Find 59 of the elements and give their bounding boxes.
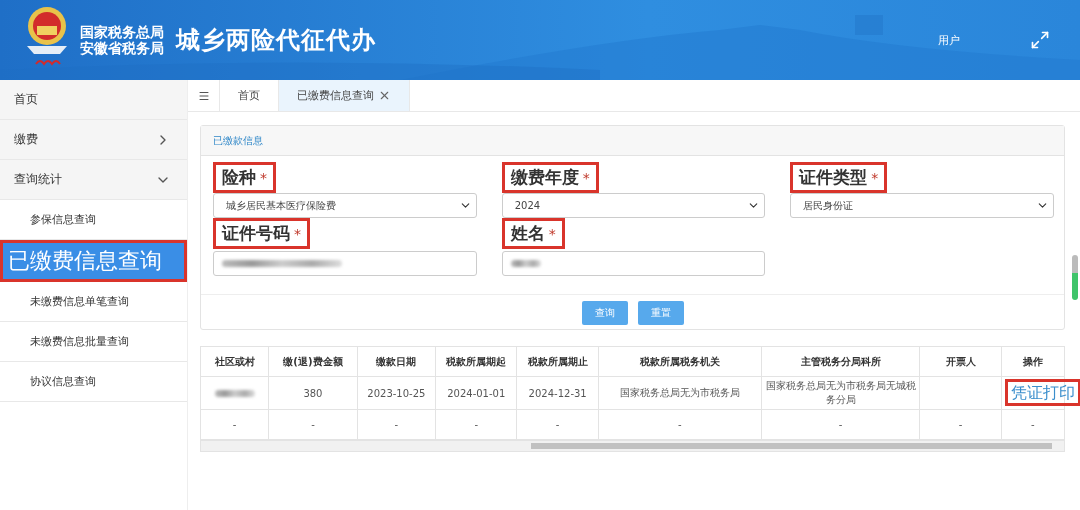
table-cell: 国家税务总局无为市税务局无城税务分局 — [761, 376, 920, 410]
required-mark: * — [294, 225, 301, 242]
field-label: 证件类型 — [799, 166, 868, 189]
table-cell: - — [268, 409, 358, 440]
sidebar-item[interactable]: 查询统计 — [0, 160, 187, 200]
field-label: 险种 — [222, 166, 256, 189]
field-label: 证件号码 — [222, 222, 290, 245]
input-field[interactable] — [501, 251, 766, 276]
table-cell: - — [761, 409, 920, 440]
table-cell: - — [598, 409, 762, 440]
input-field[interactable] — [213, 251, 477, 276]
table-cell: 2023-10-25 — [357, 376, 436, 410]
table-cell: - — [516, 409, 599, 440]
table-cell: - — [357, 409, 436, 440]
table-cell: - — [1001, 409, 1065, 440]
vertical-scrollbar[interactable] — [1072, 255, 1078, 300]
user-label[interactable]: 用户 — [938, 32, 960, 48]
horizontal-scrollbar[interactable] — [200, 440, 1065, 452]
table-cell: 2024-12-31 — [516, 376, 599, 410]
panel-title: 已缴款信息 — [213, 133, 263, 148]
select-value: 居民身份证 — [803, 198, 854, 213]
org-name: 国家税务总局 — [80, 24, 164, 40]
fullscreen-icon[interactable] — [1030, 30, 1050, 50]
sidebar-item[interactable]: 缴费 — [0, 120, 187, 160]
column-header: 税款所属税务机关 — [598, 346, 762, 377]
redacted-smudge — [510, 260, 541, 267]
redacted-smudge — [214, 389, 255, 397]
select-field[interactable]: 城乡居民基本医疗保险费 — [213, 193, 477, 218]
column-header: 税款所属期起 — [435, 346, 517, 377]
required-mark: * — [871, 169, 879, 186]
column-header: 社区或村 — [200, 346, 269, 377]
table-cell: - — [200, 409, 269, 440]
select-field[interactable]: 2024 — [501, 193, 766, 218]
table-cell: 2024-01-01 — [435, 376, 517, 410]
column-header: 缴(退)费金额 — [268, 346, 358, 377]
select-field[interactable]: 居民身份证 — [790, 193, 1054, 218]
tab[interactable]: 已缴费信息查询 — [279, 80, 410, 111]
select-value: 城乡居民基本医疗保险费 — [226, 198, 336, 213]
table-cell: - — [435, 409, 517, 440]
close-icon[interactable] — [378, 89, 391, 102]
sidebar-item[interactable]: 首页 — [0, 80, 187, 120]
column-header: 开票人 — [919, 346, 1002, 377]
column-header: 税款所属期止 — [516, 346, 599, 377]
column-header: 缴款日期 — [357, 346, 436, 377]
field-label: 缴费年度 — [510, 166, 579, 189]
menu-icon — [197, 89, 210, 102]
required-mark: * — [548, 225, 556, 242]
required-mark: * — [582, 169, 590, 186]
table-cell: 380 — [268, 376, 358, 410]
select-value: 2024 — [514, 200, 541, 211]
org-name: 安徽省税务局 — [80, 40, 164, 56]
field-label: 姓名 — [510, 222, 545, 245]
app-title: 城乡两险代征代办 — [176, 25, 376, 56]
column-header: 操作 — [1001, 346, 1065, 377]
column-header: 主管税务分局科所 — [761, 346, 920, 377]
required-mark: * — [260, 169, 267, 186]
table-cell: 国家税务总局无为市税务局 — [598, 376, 762, 410]
table-cell: - — [919, 409, 1002, 440]
print-voucher-link[interactable]: 凭证打印 — [1004, 378, 1080, 406]
